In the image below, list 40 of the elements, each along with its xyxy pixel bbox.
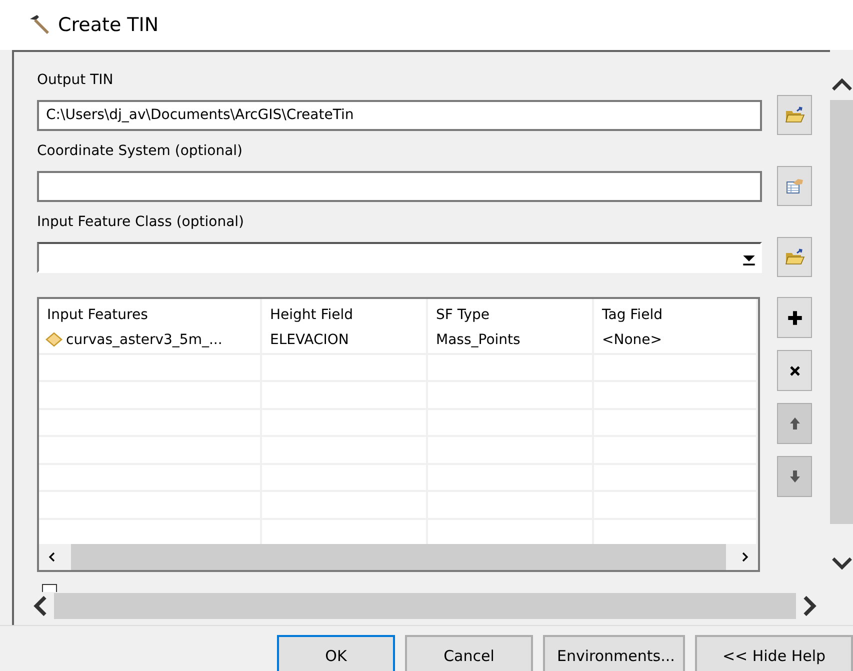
dialog-button[interactable]: OK [277, 635, 395, 671]
field-label: Coordinate System (optional) [37, 143, 244, 161]
arrow-down-icon [788, 469, 800, 484]
column-header[interactable]: Tag Field [594, 299, 758, 327]
horizontal-scrollbar[interactable] [39, 544, 758, 570]
close-icon [788, 364, 800, 376]
properties-icon [784, 177, 804, 195]
hammer-icon [28, 13, 52, 37]
add-button[interactable] [777, 297, 812, 338]
column-header[interactable]: SF Type [428, 299, 594, 327]
scroll-right-icon[interactable] [802, 596, 818, 616]
folder-icon [784, 248, 804, 266]
browse-button[interactable] [777, 237, 812, 277]
diamond-icon [45, 332, 63, 348]
table-cell: ELEVACION [270, 332, 349, 348]
dialog-button[interactable]: Environments... [543, 635, 685, 671]
scroll-right-icon[interactable] [740, 552, 750, 562]
window-title: Create TIN [58, 14, 159, 36]
table-cell: <None> [602, 332, 662, 348]
folder-icon [784, 106, 804, 124]
scroll-down-icon[interactable] [830, 556, 852, 570]
scroll-left-icon[interactable] [47, 552, 57, 562]
browse-button[interactable] [777, 166, 812, 206]
table-cell: curvas_asterv3_5m_... [66, 332, 222, 348]
browse-button[interactable] [777, 95, 812, 135]
dialog-button[interactable]: << Hide Help [695, 635, 853, 671]
dialog-button[interactable]: Cancel [405, 635, 533, 671]
scroll-left-icon[interactable] [32, 596, 48, 616]
arrow-up-icon [788, 416, 800, 431]
table-cell: Mass_Points [436, 332, 520, 348]
text-field[interactable] [37, 170, 762, 202]
text-field[interactable]: C:\Users\dj_av\Documents\ArcGIS\CreateTin [37, 100, 762, 130]
column-header[interactable]: Height Field [262, 299, 428, 327]
dropdown-field[interactable] [37, 242, 762, 272]
field-label: Input Feature Class (optional) [37, 214, 245, 232]
plus-icon [786, 310, 802, 326]
field-label: Output TIN [37, 72, 114, 90]
remove-button[interactable] [777, 350, 812, 391]
column-header[interactable]: Input Features [39, 299, 262, 327]
scroll-up-icon[interactable] [830, 78, 852, 92]
